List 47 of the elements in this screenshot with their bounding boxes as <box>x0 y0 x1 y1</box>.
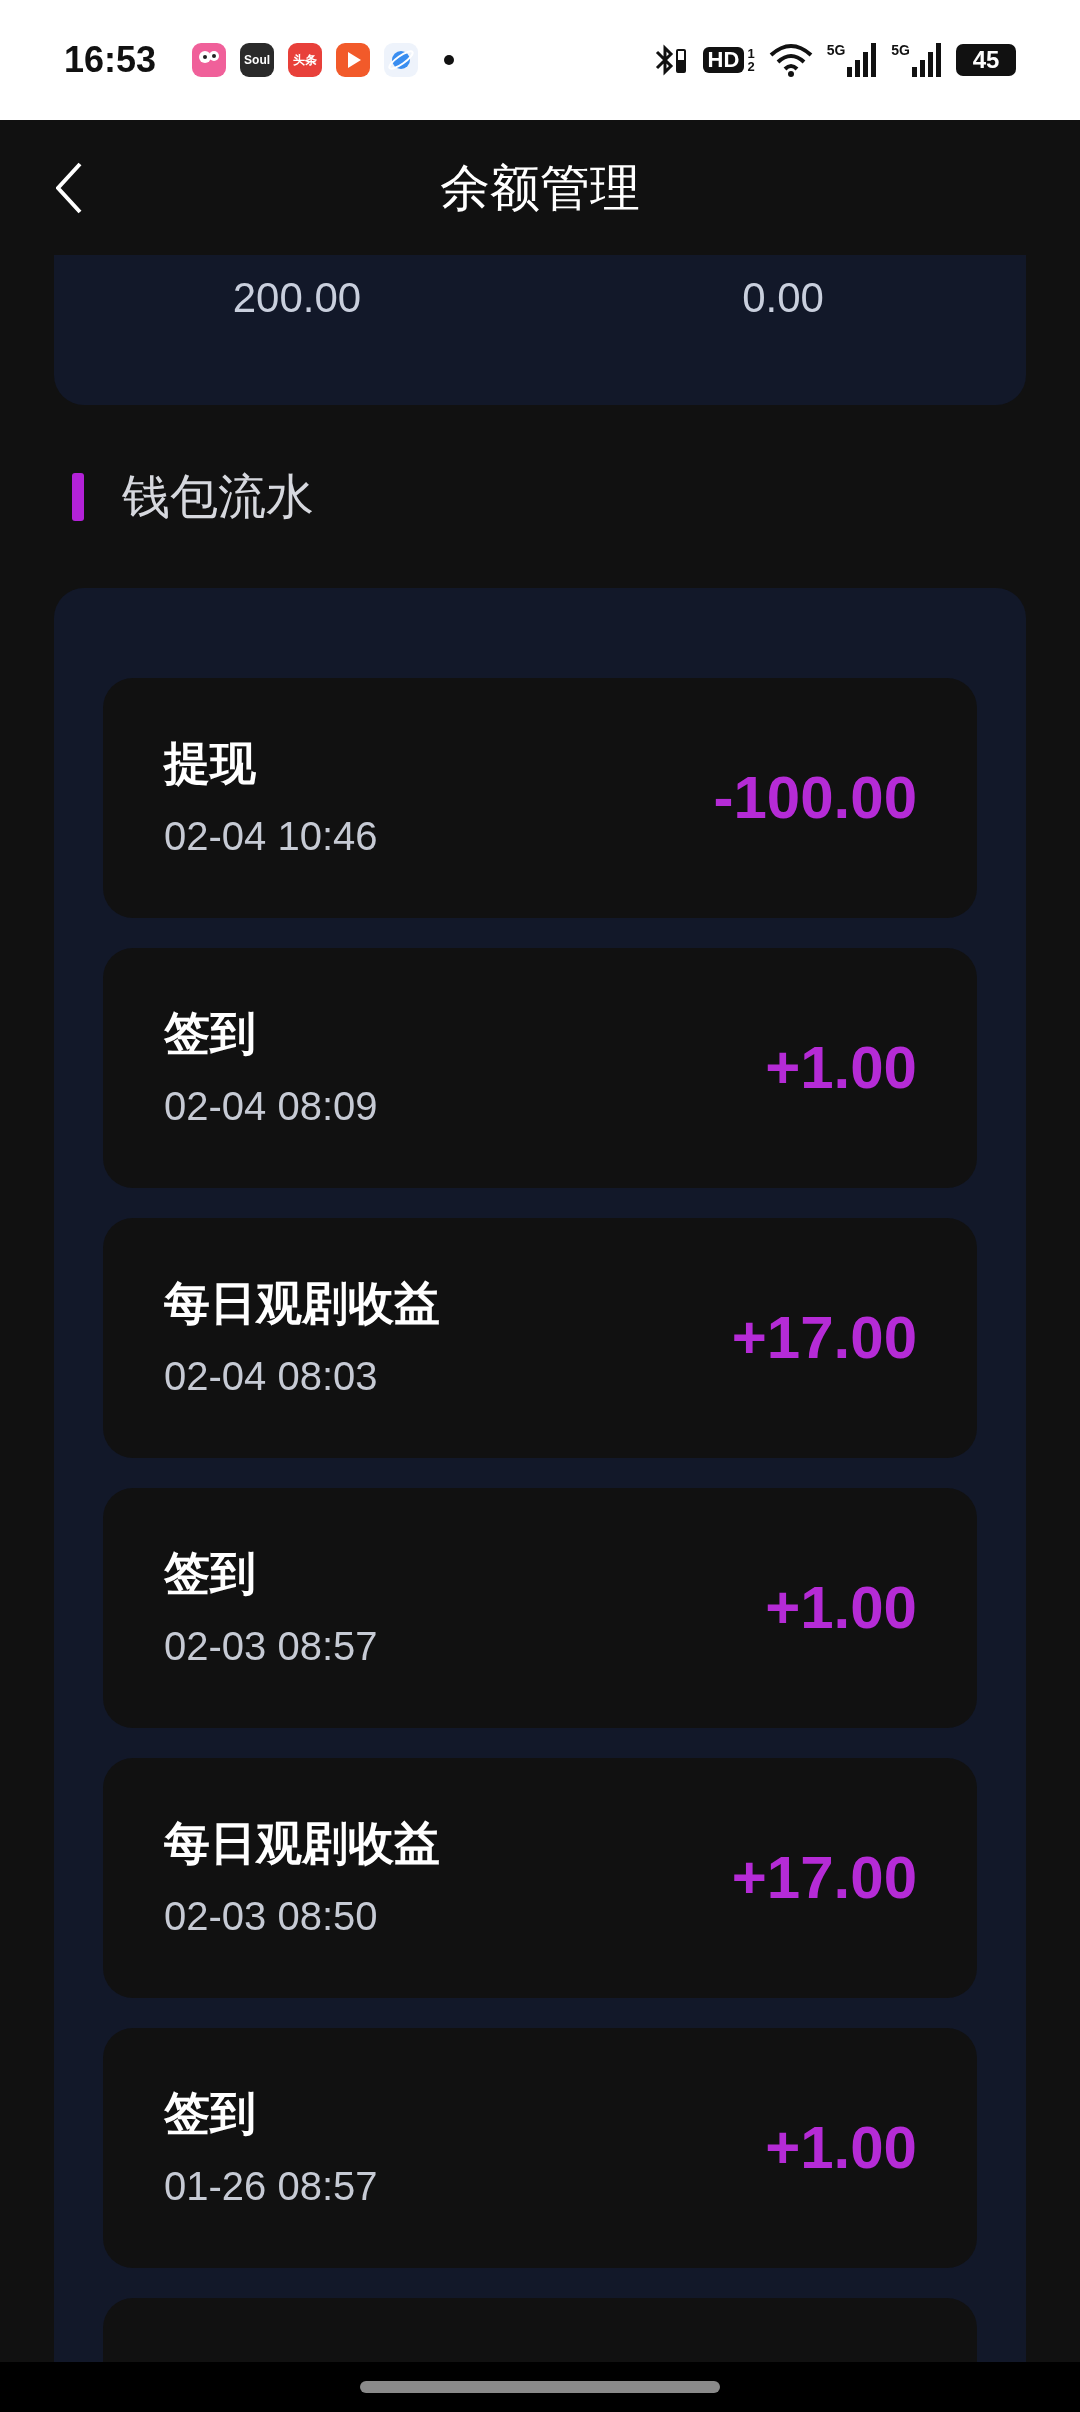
dot-icon <box>444 55 455 65</box>
transaction-amount: +1.00 <box>765 1038 917 1098</box>
balance-value: 200.00 <box>232 277 362 319</box>
signal-icon <box>912 43 942 77</box>
transaction-date: 02-04 08:09 <box>164 1086 378 1126</box>
section-marker <box>72 472 84 521</box>
transaction-amount: +17.00 <box>731 1848 917 1908</box>
app-icon: 头条 <box>288 43 323 77</box>
transaction-title: 每日观剧收益 <box>164 1280 440 1326</box>
network-type: 5G <box>891 43 910 57</box>
transaction-amount: +17.00 <box>731 1308 917 1368</box>
back-icon <box>56 162 82 214</box>
transaction-amount: +1.00 <box>765 2118 917 2178</box>
planet-icon <box>384 43 419 77</box>
transaction-title: 签到 <box>164 1010 257 1056</box>
transaction-date: 01-26 08:57 <box>164 2166 378 2206</box>
network-type: 5G <box>826 43 846 57</box>
battery-level: 45 <box>972 48 1000 72</box>
app-icon: Soul <box>240 43 275 77</box>
transaction-date: 02-04 08:03 <box>164 1356 379 1396</box>
transaction-date: 02-04 10:46 <box>164 816 378 856</box>
transaction-title: 每日观剧收益 <box>164 1820 440 1866</box>
status-time: 16:53 <box>64 38 157 82</box>
transaction-title: 签到 <box>164 1550 257 1596</box>
play-icon <box>336 43 371 77</box>
transaction-card[interactable]: 每日观剧收益 02-03 08:50 +17.00 <box>103 1758 977 1998</box>
page-title: 余额管理 <box>440 162 640 213</box>
transaction-title: 提现 <box>164 740 257 786</box>
transaction-date: 02-03 08:57 <box>164 1626 378 1666</box>
transaction-card[interactable]: 提现 02-04 10:46 -100.00 <box>103 678 977 918</box>
section-title: 钱包流水 <box>122 472 314 521</box>
transaction-amount: -100.00 <box>713 768 917 828</box>
transaction-card[interactable]: 签到 01-26 08:57 +1.00 <box>103 2028 977 2268</box>
transaction-title: 签到 <box>164 2090 257 2136</box>
transaction-card[interactable]: 签到 02-03 08:57 +1.00 <box>103 1488 977 1728</box>
balance-value: 0.00 <box>742 277 824 319</box>
sim-number: 2 <box>747 60 755 73</box>
hd-badge: HD <box>702 47 745 73</box>
signal-icon <box>847 43 878 77</box>
home-handle[interactable] <box>360 2381 720 2393</box>
transaction-date: 02-03 08:50 <box>164 1896 379 1936</box>
transaction-card[interactable]: 每日观剧收益 02-04 08:03 +17.00 <box>103 1218 977 1458</box>
transaction-card[interactable]: 签到 02-04 08:09 +1.00 <box>103 948 977 1188</box>
wifi-icon <box>768 43 813 77</box>
transaction-amount: +1.00 <box>765 1578 917 1638</box>
app-icon <box>192 43 227 77</box>
sim-number: 1 <box>747 47 755 60</box>
